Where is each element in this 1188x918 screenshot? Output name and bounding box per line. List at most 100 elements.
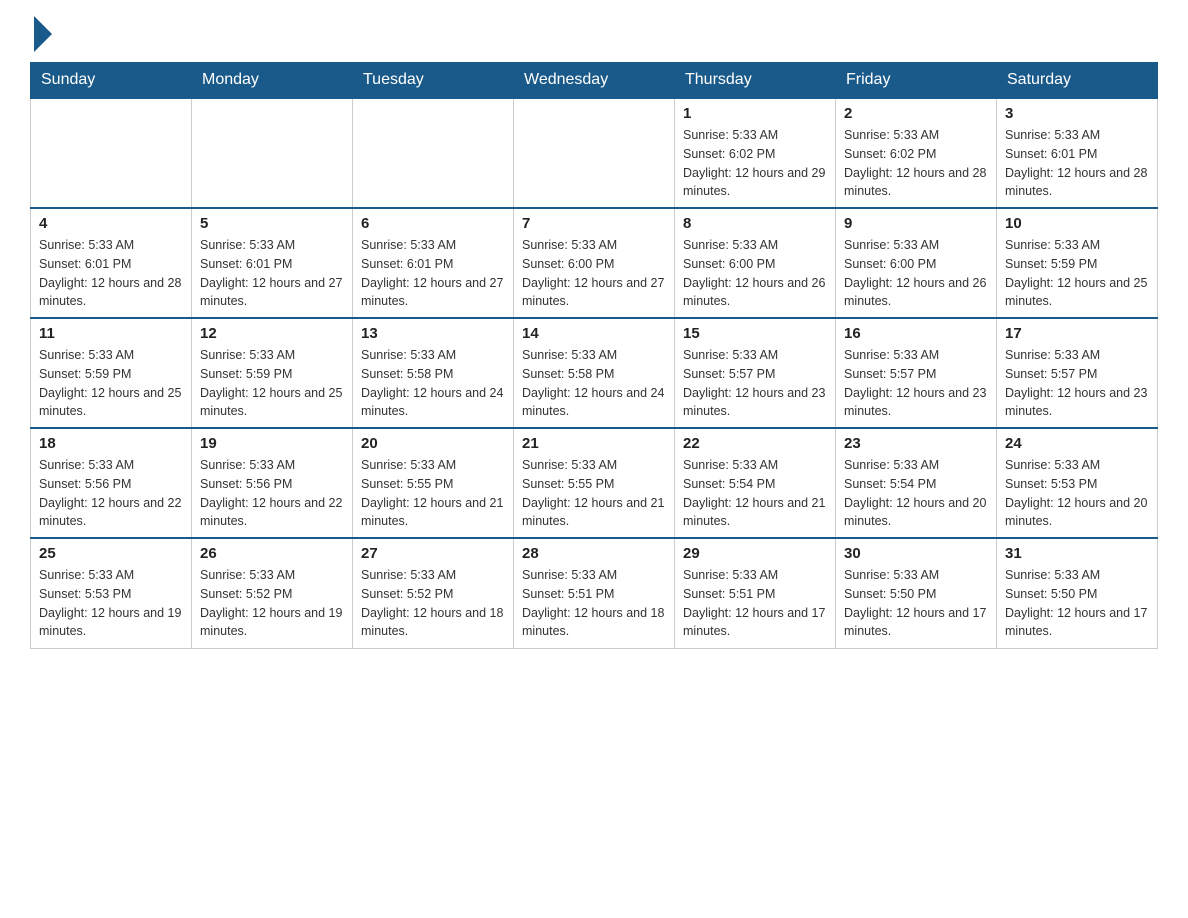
day-number: 19: [200, 435, 344, 452]
day-info: Sunrise: 5:33 AM Sunset: 5:57 PM Dayligh…: [844, 346, 988, 421]
day-info: Sunrise: 5:33 AM Sunset: 5:59 PM Dayligh…: [200, 346, 344, 421]
calendar-header-row: SundayMondayTuesdayWednesdayThursdayFrid…: [31, 63, 1158, 99]
day-number: 24: [1005, 435, 1149, 452]
day-number: 18: [39, 435, 183, 452]
day-number: 12: [200, 325, 344, 342]
calendar-day: 18 Sunrise: 5:33 AM Sunset: 5:56 PM Dayli…: [31, 428, 192, 538]
day-number: 6: [361, 215, 505, 232]
calendar-day: 6Sunrise: 5:33 AM Sunset: 6:01 PM Daylig…: [353, 208, 514, 318]
calendar-header-thursday: Thursday: [675, 63, 836, 99]
calendar-header-sunday: Sunday: [31, 63, 192, 99]
calendar-header-friday: Friday: [836, 63, 997, 99]
day-info: Sunrise: 5:33 AM Sunset: 5:59 PM Dayligh…: [1005, 236, 1149, 311]
page-header: [30, 20, 1158, 52]
calendar-day: 22 Sunrise: 5:33 AM Sunset: 5:54 PM Dayli…: [675, 428, 836, 538]
day-info: Sunrise: 5:33 AM Sunset: 6:00 PM Dayligh…: [522, 236, 666, 311]
calendar-day: 7 Sunrise: 5:33 AM Sunset: 6:00 PM Daylig…: [514, 208, 675, 318]
calendar-header-wednesday: Wednesday: [514, 63, 675, 99]
day-number: 2: [844, 105, 988, 122]
calendar-day: 8Sunrise: 5:33 AM Sunset: 6:00 PM Daylig…: [675, 208, 836, 318]
calendar-header-tuesday: Tuesday: [353, 63, 514, 99]
day-number: 8: [683, 215, 827, 232]
calendar-header-saturday: Saturday: [997, 63, 1158, 99]
day-info: Sunrise: 5:33 AM Sunset: 5:56 PM Dayligh…: [200, 456, 344, 531]
day-number: 21: [522, 435, 666, 452]
day-info: Sunrise: 5:33 AM Sunset: 5:53 PM Dayligh…: [1005, 456, 1149, 531]
day-number: 4: [39, 215, 183, 232]
day-number: 13: [361, 325, 505, 342]
calendar-day: 1 Sunrise: 5:33 AM Sunset: 6:02 PM Daylig…: [675, 98, 836, 208]
day-info: Sunrise: 5:33 AM Sunset: 5:50 PM Dayligh…: [1005, 566, 1149, 641]
day-number: 5: [200, 215, 344, 232]
day-number: 31: [1005, 545, 1149, 562]
day-number: 9: [844, 215, 988, 232]
day-number: 3: [1005, 105, 1149, 122]
calendar-day: 4Sunrise: 5:33 AM Sunset: 6:01 PM Daylig…: [31, 208, 192, 318]
calendar-week-2: 4 Sunrise: 5:33 AM Sunset: 6:01 PM Daylig…: [31, 208, 1158, 318]
day-info: Sunrise: 5:33 AM Sunset: 5:57 PM Dayligh…: [683, 346, 827, 421]
day-info: Sunrise: 5:33 AM Sunset: 5:51 PM Dayligh…: [683, 566, 827, 641]
day-number: 28: [522, 545, 666, 562]
day-info: Sunrise: 5:33 AM Sunset: 6:02 PM Dayligh…: [844, 126, 988, 201]
calendar-day: 17 Sunrise: 5:33 AM Sunset: 5:57 PM Dayli…: [997, 318, 1158, 428]
calendar-day: 2 Sunrise: 5:33 AM Sunset: 6:02 PM Daylig…: [836, 98, 997, 208]
day-number: 16: [844, 325, 988, 342]
calendar-day: 20Sunrise: 5:33 AM Sunset: 5:55 PM Dayli…: [353, 428, 514, 538]
day-info: Sunrise: 5:33 AM Sunset: 5:58 PM Dayligh…: [361, 346, 505, 421]
calendar-day: 29 Sunrise: 5:33 AM Sunset: 5:51 PM Dayli…: [675, 538, 836, 648]
calendar-day: 21 Sunrise: 5:33 AM Sunset: 5:55 PM Dayli…: [514, 428, 675, 538]
calendar-week-5: 25Sunrise: 5:33 AM Sunset: 5:53 PM Dayli…: [31, 538, 1158, 648]
day-info: Sunrise: 5:33 AM Sunset: 5:54 PM Dayligh…: [683, 456, 827, 531]
calendar-day: 15 Sunrise: 5:33 AM Sunset: 5:57 PM Dayli…: [675, 318, 836, 428]
calendar-day: [353, 98, 514, 208]
calendar-day: 11 Sunrise: 5:33 AM Sunset: 5:59 PM Dayli…: [31, 318, 192, 428]
calendar-day: 16 Sunrise: 5:33 AM Sunset: 5:57 PM Dayli…: [836, 318, 997, 428]
calendar-day: 14Sunrise: 5:33 AM Sunset: 5:58 PM Dayli…: [514, 318, 675, 428]
day-info: Sunrise: 5:33 AM Sunset: 5:55 PM Dayligh…: [361, 456, 505, 531]
day-info: Sunrise: 5:33 AM Sunset: 6:02 PM Dayligh…: [683, 126, 827, 201]
day-info: Sunrise: 5:33 AM Sunset: 5:59 PM Dayligh…: [39, 346, 183, 421]
day-number: 1: [683, 105, 827, 122]
calendar-day: 26 Sunrise: 5:33 AM Sunset: 5:52 PM Dayli…: [192, 538, 353, 648]
calendar-day: 24 Sunrise: 5:33 AM Sunset: 5:53 PM Dayli…: [997, 428, 1158, 538]
calendar-day: [192, 98, 353, 208]
calendar-day: 27Sunrise: 5:33 AM Sunset: 5:52 PM Dayli…: [353, 538, 514, 648]
day-info: Sunrise: 5:33 AM Sunset: 6:00 PM Dayligh…: [844, 236, 988, 311]
calendar-day: 5 Sunrise: 5:33 AM Sunset: 6:01 PM Daylig…: [192, 208, 353, 318]
day-number: 26: [200, 545, 344, 562]
day-number: 15: [683, 325, 827, 342]
day-info: Sunrise: 5:33 AM Sunset: 6:01 PM Dayligh…: [1005, 126, 1149, 201]
calendar-day: 31 Sunrise: 5:33 AM Sunset: 5:50 PM Dayli…: [997, 538, 1158, 648]
calendar-day: 9 Sunrise: 5:33 AM Sunset: 6:00 PM Daylig…: [836, 208, 997, 318]
calendar-day: [31, 98, 192, 208]
calendar-day: 13 Sunrise: 5:33 AM Sunset: 5:58 PM Dayli…: [353, 318, 514, 428]
day-info: Sunrise: 5:33 AM Sunset: 5:53 PM Dayligh…: [39, 566, 183, 641]
day-info: Sunrise: 5:33 AM Sunset: 5:57 PM Dayligh…: [1005, 346, 1149, 421]
calendar-day: 25Sunrise: 5:33 AM Sunset: 5:53 PM Dayli…: [31, 538, 192, 648]
calendar-day: [514, 98, 675, 208]
calendar-day: 3 Sunrise: 5:33 AM Sunset: 6:01 PM Daylig…: [997, 98, 1158, 208]
day-number: 7: [522, 215, 666, 232]
day-info: Sunrise: 5:33 AM Sunset: 5:55 PM Dayligh…: [522, 456, 666, 531]
calendar-day: 12 Sunrise: 5:33 AM Sunset: 5:59 PM Dayli…: [192, 318, 353, 428]
calendar-day: 28 Sunrise: 5:33 AM Sunset: 5:51 PM Dayli…: [514, 538, 675, 648]
day-number: 22: [683, 435, 827, 452]
day-number: 11: [39, 325, 183, 342]
day-number: 14: [522, 325, 666, 342]
day-info: Sunrise: 5:33 AM Sunset: 5:50 PM Dayligh…: [844, 566, 988, 641]
calendar-week-4: 18 Sunrise: 5:33 AM Sunset: 5:56 PM Dayli…: [31, 428, 1158, 538]
day-number: 23: [844, 435, 988, 452]
day-number: 29: [683, 545, 827, 562]
day-number: 17: [1005, 325, 1149, 342]
day-info: Sunrise: 5:33 AM Sunset: 6:01 PM Dayligh…: [200, 236, 344, 311]
logo-triangle-icon: [34, 16, 52, 52]
calendar-week-1: 1 Sunrise: 5:33 AM Sunset: 6:02 PM Daylig…: [31, 98, 1158, 208]
day-info: Sunrise: 5:33 AM Sunset: 5:52 PM Dayligh…: [361, 566, 505, 641]
logo: [30, 20, 52, 52]
calendar-day: 10Sunrise: 5:33 AM Sunset: 5:59 PM Dayli…: [997, 208, 1158, 318]
day-info: Sunrise: 5:33 AM Sunset: 5:51 PM Dayligh…: [522, 566, 666, 641]
day-info: Sunrise: 5:33 AM Sunset: 5:52 PM Dayligh…: [200, 566, 344, 641]
day-info: Sunrise: 5:33 AM Sunset: 5:56 PM Dayligh…: [39, 456, 183, 531]
calendar-week-3: 11 Sunrise: 5:33 AM Sunset: 5:59 PM Dayli…: [31, 318, 1158, 428]
calendar-day: 30Sunrise: 5:33 AM Sunset: 5:50 PM Dayli…: [836, 538, 997, 648]
